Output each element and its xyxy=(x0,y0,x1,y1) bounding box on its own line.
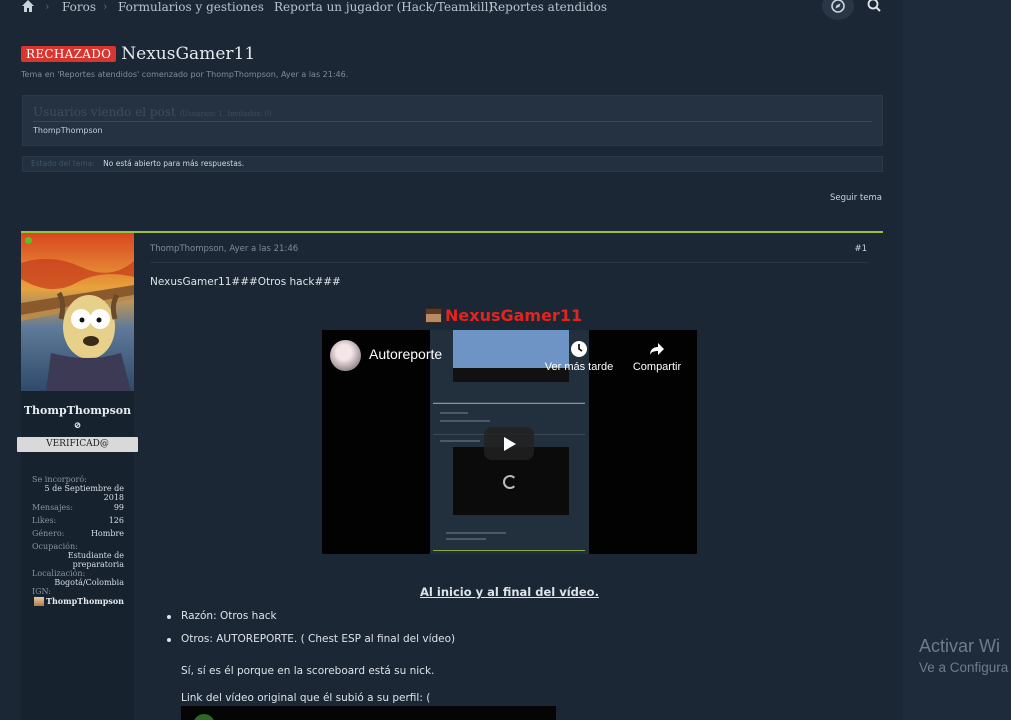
windows-activation-watermark: Activar Wi Ve a Configura xyxy=(919,636,1008,675)
author-name: ThompThompson xyxy=(23,404,132,417)
status-label: Estado del tema: xyxy=(31,159,95,168)
page-title: NexusGamer11 xyxy=(121,44,256,64)
breadcrumb-item-reportes-atendidos[interactable]: Reportes atendidos xyxy=(489,0,607,14)
share-button[interactable]: Compartir xyxy=(627,340,687,373)
avatar[interactable] xyxy=(21,233,134,391)
page-background xyxy=(903,0,1011,720)
text-line xyxy=(446,538,486,540)
user-rank-banner: VERIFICAD@ xyxy=(17,437,138,452)
chevron-right-icon: › xyxy=(103,0,108,13)
compass-icon xyxy=(831,0,845,13)
viewers-counts: (Usuarios: 1, Invitados: 0) xyxy=(179,110,272,118)
stat-value[interactable]: 99 xyxy=(114,503,124,516)
stat-occupation: Ocupación: Estudiante de preparatoria xyxy=(32,542,124,569)
report-details-list: Razón: Otros hack Otros: AUTOREPORTE. ( … xyxy=(167,610,455,656)
share-icon xyxy=(650,343,664,355)
divider xyxy=(433,403,585,404)
post-top-border xyxy=(21,231,883,233)
forum-page: › Foros › Formularios y gestiones › Repo… xyxy=(0,0,903,720)
viewers-heading: Usuarios viendo el post (Usuarios: 1, In… xyxy=(33,105,272,119)
clock-icon xyxy=(571,341,587,357)
channel-avatar xyxy=(193,714,215,720)
breadcrumb-item-formularios[interactable]: Formularios y gestiones xyxy=(118,0,264,14)
list-item: Otros: AUTOREPORTE. ( Chest ESP al final… xyxy=(167,633,455,645)
viewers-title: Usuarios viendo el post xyxy=(33,105,176,119)
verified-check-icon: ⊘ xyxy=(73,421,82,431)
breadcrumb-item-foros[interactable]: Foros xyxy=(62,0,96,14)
stat-value: 5 de Septiembre de 2018 xyxy=(44,484,124,502)
text-line xyxy=(446,532,506,534)
stat-joined: Se incorporó: 5 de Septiembre de 2018 xyxy=(32,475,124,502)
breadcrumb-item-reporta[interactable]: Reporta un jugador (Hack/Teamkill) xyxy=(274,0,493,14)
search-button[interactable] xyxy=(860,0,892,20)
status-value: No está abierto para más respuestas. xyxy=(103,159,245,168)
divider xyxy=(33,121,872,122)
video-embed-2[interactable] xyxy=(181,706,556,720)
post-first-line: NexusGamer11###Otros hack### xyxy=(150,276,341,288)
search-icon xyxy=(867,0,881,12)
compass-button[interactable] xyxy=(822,0,854,20)
post-paragraph: Sí, sí es él porque en la scoreboard est… xyxy=(181,665,435,677)
stat-label: Localización: xyxy=(32,569,86,578)
stat-label: Ocupación: xyxy=(32,542,78,551)
video-title[interactable]: Autoreporte xyxy=(369,346,442,362)
thread-subline: Tema en 'Reportes atendidos' comenzado p… xyxy=(21,70,349,79)
minecraft-head-icon xyxy=(425,308,442,323)
viewers-box: Usuarios viendo el post (Usuarios: 1, In… xyxy=(22,95,883,146)
stat-gender: Género: Hombre xyxy=(32,529,124,542)
chevron-right-icon: › xyxy=(258,0,263,13)
stat-likes: Likes: 126 xyxy=(32,516,124,529)
thread-header: RECHAZADO NexusGamer11 xyxy=(21,44,255,64)
chevron-right-icon: › xyxy=(45,0,50,13)
minecraft-head-icon xyxy=(34,596,45,606)
stat-ign: IGN: ThompThompson xyxy=(32,587,124,606)
divider xyxy=(433,550,585,551)
post-paragraph: Link del vídeo original que él subió a s… xyxy=(181,692,431,704)
watch-later-button[interactable]: Ver más tarde xyxy=(544,340,614,373)
text-line xyxy=(440,412,468,414)
stat-label: IGN: xyxy=(32,587,51,596)
watermark-line: Activar Wi xyxy=(919,636,1000,656)
thread-status-bar: Estado del tema: No está abierto para má… xyxy=(22,156,883,172)
watch-later-label: Ver más tarde xyxy=(544,361,614,373)
play-button[interactable] xyxy=(484,427,534,460)
video-embed[interactable]: Autoreporte Ver más tarde Compartir xyxy=(322,330,697,554)
status-badge: RECHAZADO xyxy=(21,46,117,62)
stat-value: ThompThompson xyxy=(46,596,124,606)
post-meta[interactable]: ThompThompson, Ayer a las 21:46 xyxy=(150,244,298,254)
stat-location: Localización: Bogotá/Colombia xyxy=(32,569,124,587)
loading-spinner-icon xyxy=(503,475,517,489)
embed-heading: NexusGamer11 xyxy=(425,306,582,325)
stat-value: 126 xyxy=(108,516,124,525)
text-line xyxy=(440,420,490,422)
author-stats: Se incorporó: 5 de Septiembre de 2018 Me… xyxy=(32,475,124,606)
ign-value: ThompThompson xyxy=(32,596,124,606)
post-permalink[interactable]: #1 xyxy=(854,244,867,254)
stat-label: Mensajes: xyxy=(32,503,73,512)
avatar-image xyxy=(21,233,134,391)
text-line xyxy=(440,440,480,442)
divider xyxy=(150,262,869,263)
breadcrumb: › Foros › Formularios y gestiones › Repo… xyxy=(0,0,903,20)
chevron-right-icon: › xyxy=(473,0,478,13)
embed-title: NexusGamer11 xyxy=(445,306,583,325)
stat-label: Likes: xyxy=(32,516,57,525)
video-caption: Al inicio y al final del vídeo. xyxy=(420,585,599,599)
post-author-pane: ThompThompson ⊘ VERIFICAD@ Se incorporó:… xyxy=(17,233,138,720)
share-label: Compartir xyxy=(632,361,682,373)
stat-value: Bogotá/Colombia xyxy=(54,578,124,587)
channel-avatar[interactable] xyxy=(330,340,361,371)
list-item: Razón: Otros hack xyxy=(167,610,455,622)
stat-label: Se incorporó: xyxy=(32,475,87,484)
stat-value: Hombre xyxy=(90,529,124,538)
stat-value: Estudiante de preparatoria xyxy=(67,551,124,569)
online-status-dot xyxy=(25,237,32,244)
viewer-user-link[interactable]: ThompThompson xyxy=(33,126,103,135)
watermark-line: Ve a Configura xyxy=(919,660,1009,675)
stat-messages: Mensajes: 99 xyxy=(32,503,124,516)
home-icon[interactable] xyxy=(21,0,35,13)
author-name-link[interactable]: ThompThompson ⊘ xyxy=(21,404,134,433)
stat-label: Género: xyxy=(32,529,65,538)
follow-thread-link[interactable]: Seguir tema xyxy=(830,193,882,203)
